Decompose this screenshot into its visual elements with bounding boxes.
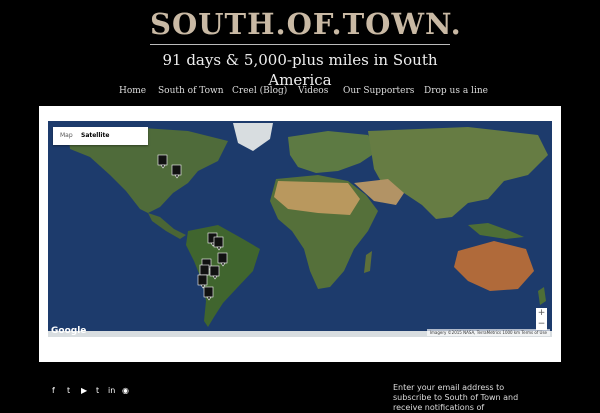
subscribe-text: Enter your email address to subscribe to… — [393, 383, 519, 412]
nav-item-drop-us-a-line[interactable]: Drop us a line — [424, 86, 488, 96]
nav-item-our-supporters[interactable]: Our Supporters — [343, 86, 414, 96]
nav-item-creel-blog[interactable]: Creel (Blog) — [232, 86, 287, 96]
facebook-icon[interactable]: f — [52, 386, 55, 395]
rss-icon[interactable]: ◉ — [122, 386, 129, 395]
zoom-in-button[interactable]: + — [536, 308, 547, 319]
nav-item-videos[interactable]: Videos — [298, 86, 328, 96]
map-type-map-button[interactable]: Map — [60, 132, 73, 139]
map-attribution[interactable]: Imagery ©2015 NASA, TerraMetrics 1000 km… — [426, 329, 550, 336]
site-title[interactable]: SOUTH.OF.TOWN. — [150, 6, 461, 42]
linkedin-icon[interactable]: in — [108, 386, 115, 395]
map-type-control: Map Satellite — [53, 127, 148, 145]
world-map[interactable]: Map Satellite + − Google Imagery ©2015 N… — [48, 121, 552, 337]
map-type-satellite-button[interactable]: Satellite — [81, 132, 109, 139]
google-logo[interactable]: Google — [51, 326, 86, 336]
site-tagline: 91 days & 5,000-plus miles in South Amer… — [162, 51, 438, 89]
youtube-icon[interactable]: ▶ — [81, 386, 87, 395]
nav-item-home[interactable]: Home — [119, 86, 146, 96]
nav-item-south-of-town[interactable]: South of Town — [158, 86, 224, 96]
main-nav: Home South of Town Creel (Blog) Videos O… — [0, 86, 600, 100]
title-divider — [150, 44, 450, 45]
tumblr-icon[interactable]: t — [96, 386, 99, 395]
twitter-icon[interactable]: t — [67, 386, 70, 395]
content-panel: Map Satellite + − Google Imagery ©2015 N… — [39, 106, 561, 362]
map-imagery — [48, 121, 552, 337]
